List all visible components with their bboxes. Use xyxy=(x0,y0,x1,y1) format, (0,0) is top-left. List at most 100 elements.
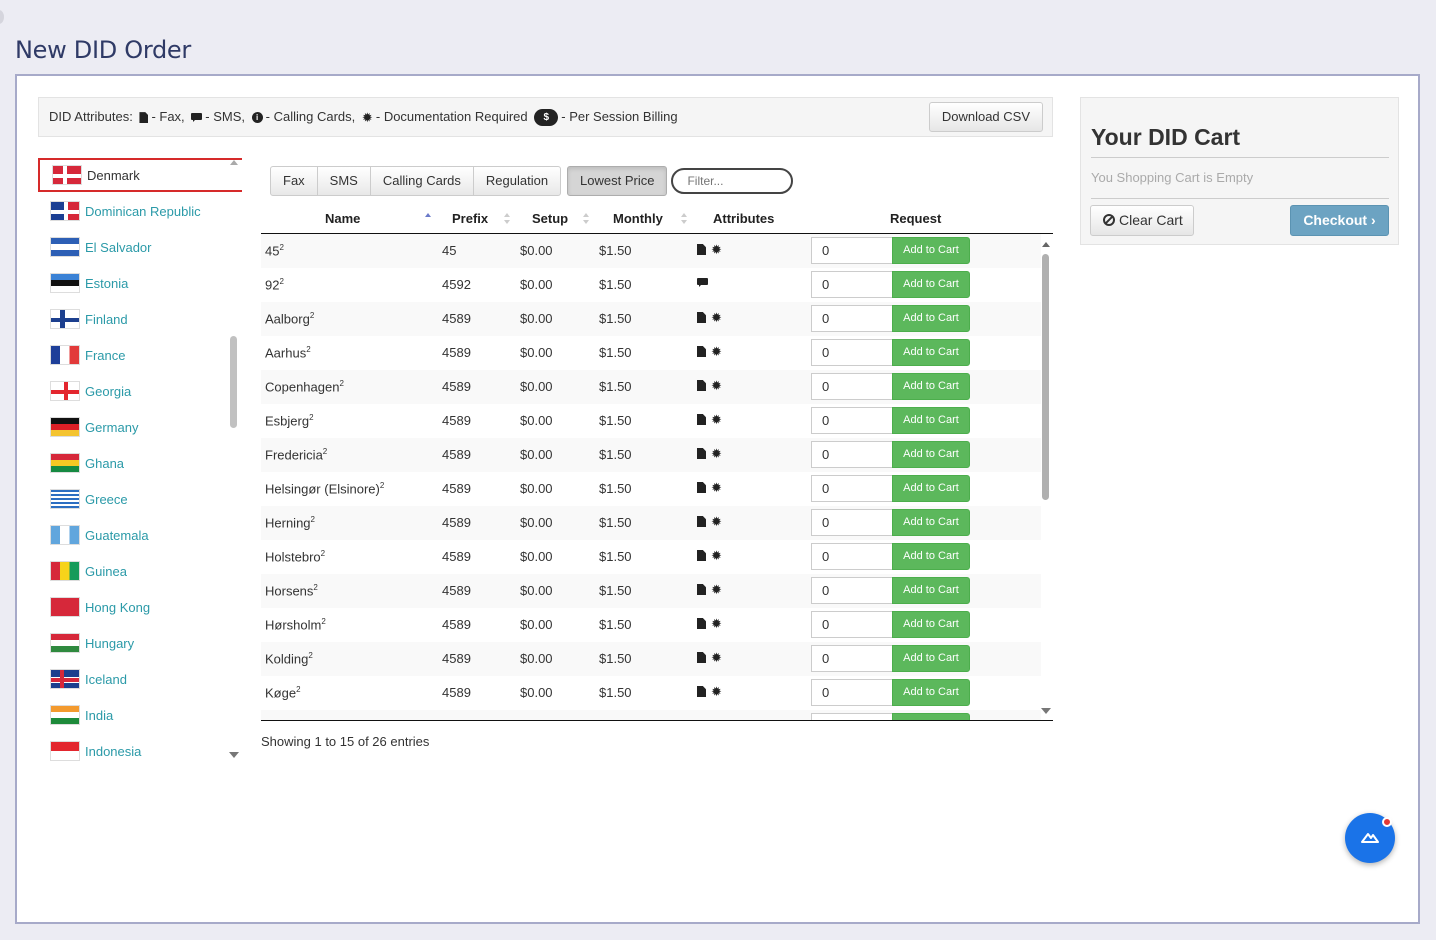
quantity-input[interactable]: 0 xyxy=(811,611,893,638)
did-cart-panel: Your DID Cart You Shopping Cart is Empty… xyxy=(1080,97,1399,245)
add-to-cart-button[interactable]: Add to Cart xyxy=(892,577,970,604)
filter-sms-button[interactable]: SMS xyxy=(316,166,371,196)
filter-calling-cards-button[interactable]: Calling Cards xyxy=(369,166,474,196)
footnote-marker: 2 xyxy=(310,515,315,524)
country-item-el-salvador[interactable]: El Salvador xyxy=(38,230,242,264)
help-chat-button[interactable] xyxy=(1345,813,1395,863)
filter-input[interactable] xyxy=(671,168,794,194)
cell-prefix: 4589 xyxy=(442,311,471,326)
cell-attributes: ✹ xyxy=(697,345,722,358)
greece-flag-icon xyxy=(50,489,80,509)
add-to-cart-button[interactable]: Add to Cart xyxy=(892,339,970,366)
quantity-input[interactable]: 0 xyxy=(811,237,893,264)
col-prefix[interactable]: Prefix xyxy=(452,211,488,226)
certificate-icon: ✹ xyxy=(711,480,722,495)
add-to-cart-button[interactable]: Add to Cart xyxy=(892,611,970,638)
country-item-finland[interactable]: Finland xyxy=(38,302,242,336)
col-name[interactable]: Name xyxy=(325,211,360,226)
scroll-up-arrow[interactable] xyxy=(1042,242,1050,247)
country-item-france[interactable]: France xyxy=(38,338,242,372)
checkout-button[interactable]: Checkout › xyxy=(1290,205,1389,236)
quantity-input[interactable]: 0 xyxy=(811,475,893,502)
cell-monthly: $1.50 xyxy=(599,583,632,598)
country-item-hungary[interactable]: Hungary xyxy=(38,626,242,660)
col-setup[interactable]: Setup xyxy=(532,211,568,226)
hong-kong-flag-icon xyxy=(50,597,80,617)
country-item-india[interactable]: India xyxy=(38,698,242,732)
country-item-indonesia[interactable]: Indonesia xyxy=(38,734,242,762)
clear-cart-button[interactable]: Clear Cart xyxy=(1090,205,1194,236)
country-item-georgia[interactable]: Georgia xyxy=(38,374,242,408)
download-csv-button[interactable]: Download CSV xyxy=(928,102,1043,132)
country-item-greece[interactable]: Greece xyxy=(38,482,242,516)
quantity-input[interactable]: 0 xyxy=(811,441,893,468)
add-to-cart-button[interactable]: Add to Cart xyxy=(892,543,970,570)
country-list-scrollbar[interactable] xyxy=(227,156,239,762)
country-item-ghana[interactable]: Ghana xyxy=(38,446,242,480)
sort-asc-icon[interactable] xyxy=(425,213,431,225)
country-item-hong-kong[interactable]: Hong Kong xyxy=(38,590,242,624)
add-to-cart-button[interactable]: Add to Cart xyxy=(892,237,970,264)
country-name: Germany xyxy=(85,419,139,435)
france-flag-icon xyxy=(50,345,80,365)
country-item-iceland[interactable]: Iceland xyxy=(38,662,242,696)
quantity-input[interactable]: 0 xyxy=(811,339,893,366)
filter-bar: Fax SMS Calling Cards Regulation Lowest … xyxy=(270,166,794,196)
quantity-input[interactable]: 0 xyxy=(811,645,893,672)
cell-prefix: 4589 xyxy=(442,617,471,632)
iceland-flag-icon xyxy=(50,669,80,689)
sort-icon[interactable] xyxy=(681,213,687,225)
quantity-input[interactable]: 0 xyxy=(811,271,893,298)
quantity-input[interactable]: 0 xyxy=(811,407,893,434)
quantity-input[interactable]: 0 xyxy=(811,543,893,570)
sort-icon[interactable] xyxy=(504,213,510,225)
scroll-down-arrow[interactable] xyxy=(1041,708,1051,714)
add-to-cart-button[interactable]: Add to Cart xyxy=(892,509,970,536)
country-name: Guatemala xyxy=(85,527,149,543)
add-to-cart-button[interactable]: Add to Cart xyxy=(892,271,970,298)
filter-regulation-button[interactable]: Regulation xyxy=(472,166,562,196)
window-edge-handle xyxy=(0,10,4,24)
lowest-price-button[interactable]: Lowest Price xyxy=(567,166,668,196)
country-item-guatemala[interactable]: Guatemala xyxy=(38,518,242,552)
quantity-input[interactable]: 0 xyxy=(811,577,893,604)
add-to-cart-button[interactable]: Add to Cart xyxy=(892,475,970,502)
quantity-input[interactable]: 0 xyxy=(811,679,893,706)
quantity-input[interactable]: 0 xyxy=(811,305,893,332)
add-to-cart-button[interactable]: Add to Cart xyxy=(892,713,970,720)
add-to-cart-button[interactable]: Add to Cart xyxy=(892,373,970,400)
cell-monthly: $1.50 xyxy=(599,447,632,462)
table-row: Hørsholm2 4589 $0.00 $1.50 ✹ 0 Add to Cart xyxy=(261,608,1041,642)
country-item-denmark[interactable]: Denmark xyxy=(38,158,242,192)
quantity-input[interactable]: 0 xyxy=(811,713,893,720)
add-to-cart-button[interactable]: Add to Cart xyxy=(892,305,970,332)
certificate-icon: ✹ xyxy=(711,412,722,427)
country-list[interactable]: Denmark Dominican Republic El Salvador Esto… xyxy=(38,156,242,762)
add-to-cart-button[interactable]: Add to Cart xyxy=(892,441,970,468)
scrollbar-thumb[interactable] xyxy=(1042,254,1049,500)
quantity-input[interactable]: 0 xyxy=(811,373,893,400)
cell-monthly: $1.50 xyxy=(599,379,632,394)
add-to-cart-button[interactable]: Add to Cart xyxy=(892,645,970,672)
scrollbar-thumb[interactable] xyxy=(230,336,237,428)
scroll-up-arrow[interactable] xyxy=(230,160,238,165)
country-item-dominican-republic[interactable]: Dominican Republic xyxy=(38,194,242,228)
cell-attributes: ✹ xyxy=(697,412,722,427)
country-item-guinea[interactable]: Guinea xyxy=(38,554,242,588)
col-monthly[interactable]: Monthly xyxy=(613,211,663,226)
country-item-germany[interactable]: Germany xyxy=(38,410,242,444)
table-row: Køge2 4589 $0.00 $1.50 ✹ 0 Add to Cart xyxy=(261,676,1041,710)
country-item-estonia[interactable]: Estonia xyxy=(38,266,242,300)
quantity-input[interactable]: 0 xyxy=(811,509,893,536)
add-to-cart-button[interactable]: Add to Cart xyxy=(892,679,970,706)
cell-prefix: 4589 xyxy=(442,413,471,428)
table-row: Aalborg2 4589 $0.00 $1.50 ✹ 0 Add to Cart xyxy=(261,302,1041,336)
sort-icon[interactable] xyxy=(583,213,589,225)
cell-name: Fredericia2 xyxy=(265,447,327,462)
cell-monthly: $1.50 xyxy=(599,515,632,530)
table-scrollbar[interactable] xyxy=(1040,238,1052,718)
fax-document-icon xyxy=(697,516,706,527)
add-to-cart-button[interactable]: Add to Cart xyxy=(892,407,970,434)
filter-fax-button[interactable]: Fax xyxy=(270,166,318,196)
scroll-down-arrow[interactable] xyxy=(229,752,239,758)
